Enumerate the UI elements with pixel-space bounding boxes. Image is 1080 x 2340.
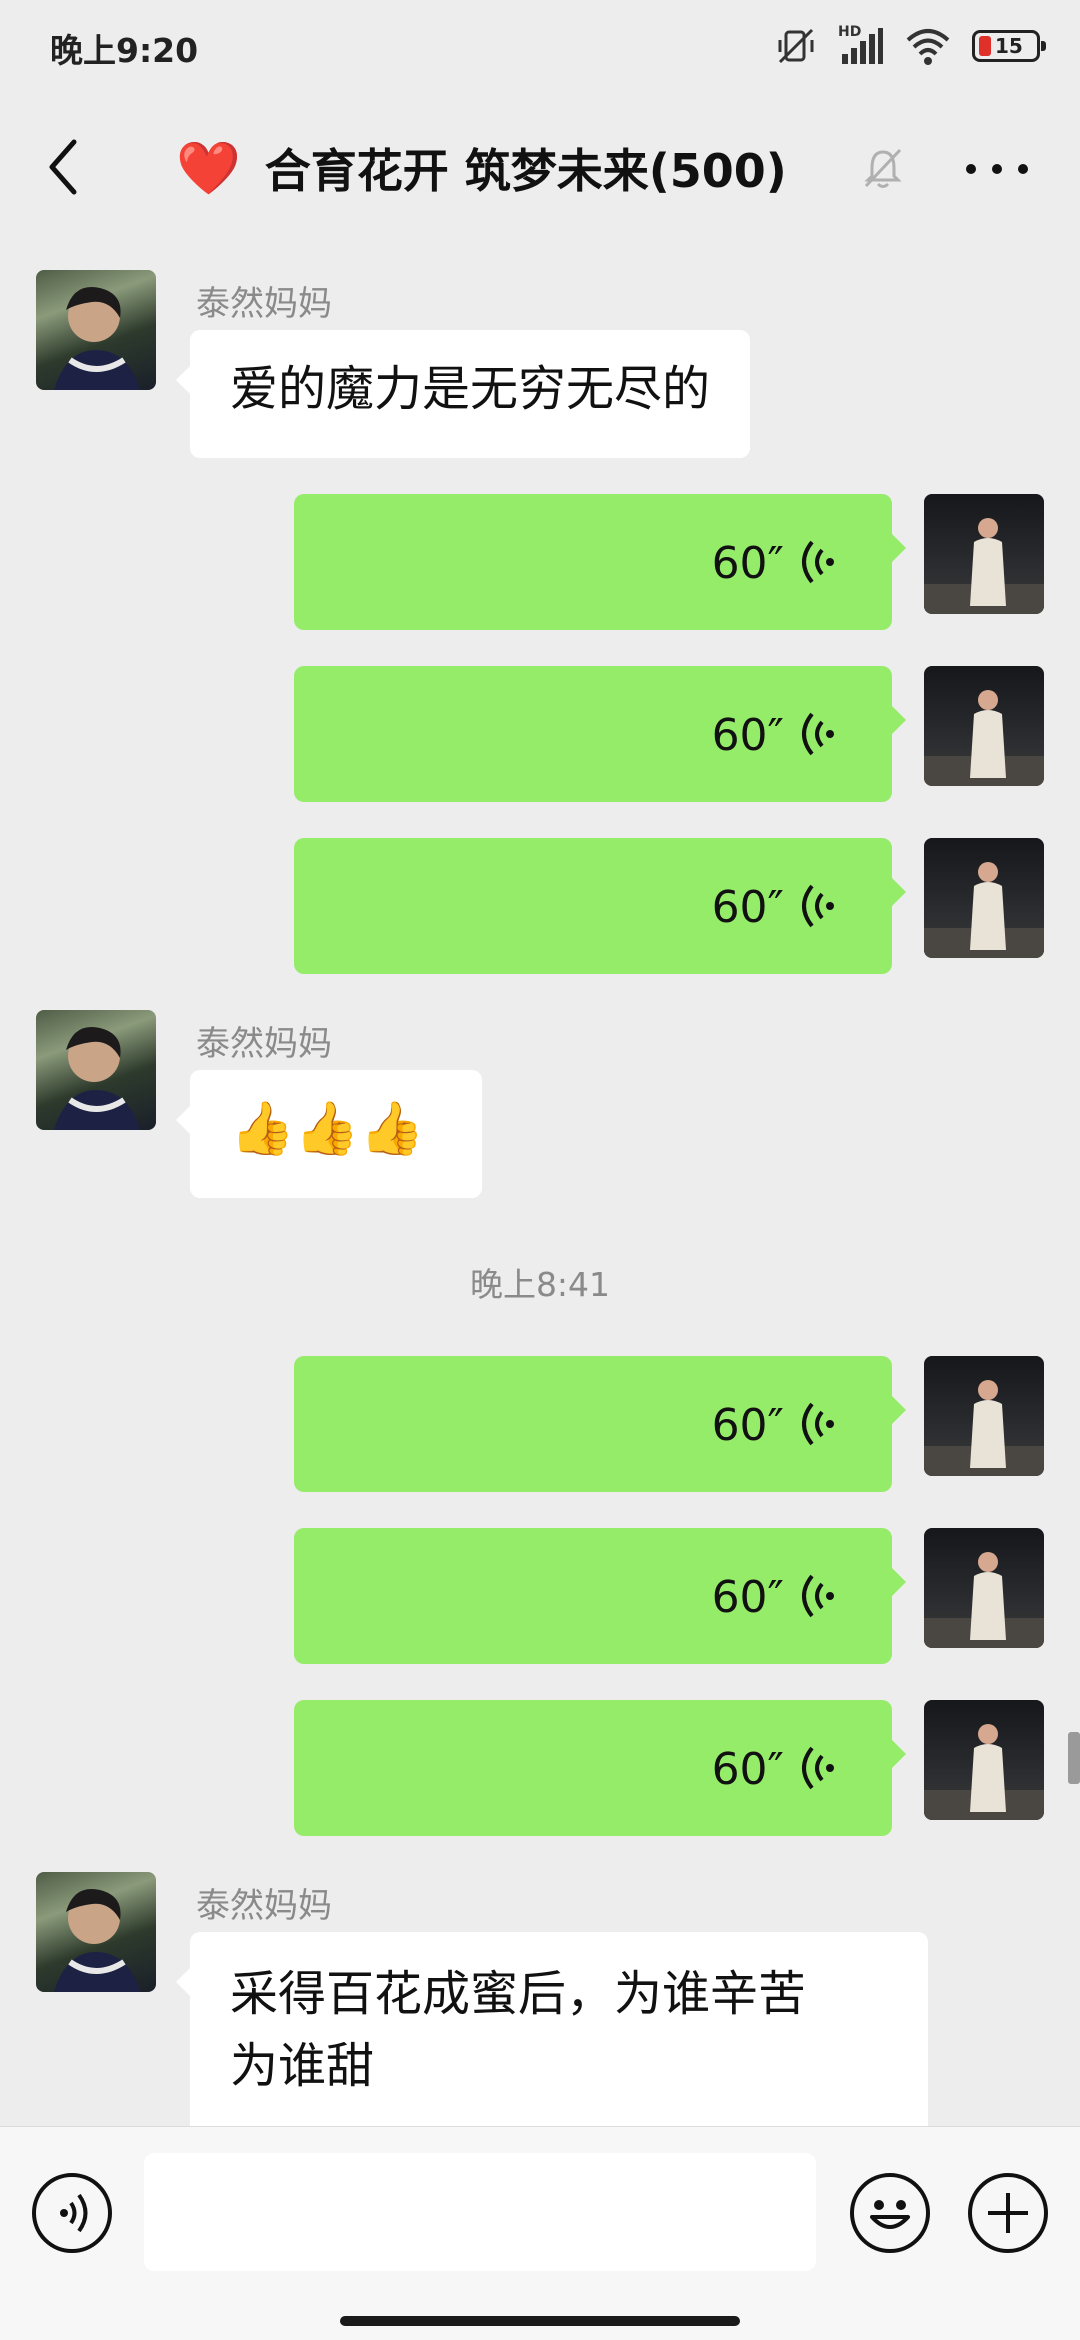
- sender-name: 泰然妈妈: [196, 1024, 332, 1064]
- status-icons: HD 15: [776, 24, 1046, 68]
- avatar-self[interactable]: [924, 838, 1044, 958]
- avatar-self[interactable]: [924, 1356, 1044, 1476]
- voice-duration: 60″: [711, 882, 784, 933]
- voice-message[interactable]: 60″: [294, 838, 906, 974]
- status-bar: 晚上9:20 HD 15: [0, 0, 1080, 92]
- voice-wave-icon: [802, 1746, 834, 1790]
- voice-message[interactable]: 60″: [294, 1528, 906, 1664]
- bell-muted-icon: [864, 148, 902, 188]
- voice-message[interactable]: 60″: [294, 1356, 906, 1492]
- voice-duration: 60″: [711, 1572, 784, 1623]
- sender-name: 泰然妈妈: [196, 1886, 332, 1926]
- more-dots-icon[interactable]: [966, 144, 1028, 194]
- sender-name: 泰然妈妈: [196, 284, 332, 324]
- message-bubble[interactable]: 👍👍👍: [176, 1070, 482, 1198]
- chat-header: ❤️ 合育花开 筑梦未来(500): [0, 92, 1080, 242]
- emoji-face-icon[interactable]: [850, 2173, 930, 2253]
- voice-duration: 60″: [711, 1400, 784, 1451]
- status-time: 晚上9:20: [50, 31, 199, 70]
- dot: [1018, 164, 1028, 174]
- home-indicator[interactable]: [340, 2316, 740, 2326]
- message-text-line: 采得百花成蜜后，为谁辛苦: [230, 1966, 807, 2022]
- message-input[interactable]: [144, 2153, 816, 2271]
- avatar-sender[interactable]: [36, 1872, 156, 1992]
- voice-wave-icon: [802, 884, 834, 928]
- avatar-self[interactable]: [924, 494, 1044, 614]
- avatar-self[interactable]: [924, 666, 1044, 786]
- heart-emoji: ❤️: [176, 138, 241, 199]
- voice-input-icon[interactable]: [32, 2173, 112, 2253]
- battery-level: 15: [995, 34, 1023, 58]
- message-bubble[interactable]: 采得百花成蜜后，为谁辛苦 为谁甜: [176, 1932, 928, 2126]
- wifi-icon: [906, 29, 950, 65]
- voice-wave-icon: [802, 1574, 834, 1618]
- battery-level-fill: [979, 36, 991, 56]
- voice-wave-icon: [802, 1402, 834, 1446]
- avatar-sender[interactable]: [36, 1010, 156, 1130]
- voice-wave-icon: [802, 540, 834, 584]
- message-text-line: 为谁甜: [230, 2038, 375, 2094]
- vibrate-off-icon: [778, 28, 814, 64]
- voice-duration: 60″: [711, 710, 784, 761]
- dot: [966, 164, 976, 174]
- avatar-sender[interactable]: [36, 270, 156, 390]
- signal-icon: HD: [838, 24, 884, 66]
- group-name: 合育花开 筑梦未来(500): [264, 144, 787, 198]
- voice-duration: 60″: [711, 1744, 784, 1795]
- chat-timestamp: 晚上8:41: [469, 1265, 611, 1304]
- scrollbar-thumb[interactable]: [1068, 1732, 1080, 1784]
- voice-wave-icon: [802, 712, 834, 756]
- back-arrow-icon[interactable]: [40, 132, 90, 202]
- avatar-self[interactable]: [924, 1528, 1044, 1648]
- voice-message[interactable]: 60″: [294, 494, 906, 630]
- input-bar: [0, 2126, 1080, 2340]
- dot: [992, 164, 1002, 174]
- plus-icon[interactable]: [968, 2173, 1048, 2253]
- message-bubble[interactable]: 爱的魔力是无穷无尽的: [175, 330, 751, 458]
- voice-duration: 60″: [711, 538, 784, 589]
- battery-icon: 15: [972, 30, 1046, 62]
- chat-title[interactable]: ❤️ 合育花开 筑梦未来(500): [176, 132, 787, 204]
- voice-message[interactable]: 60″: [294, 1700, 906, 1836]
- avatar-self[interactable]: [924, 1700, 1044, 1820]
- voice-message[interactable]: 60″: [294, 666, 906, 802]
